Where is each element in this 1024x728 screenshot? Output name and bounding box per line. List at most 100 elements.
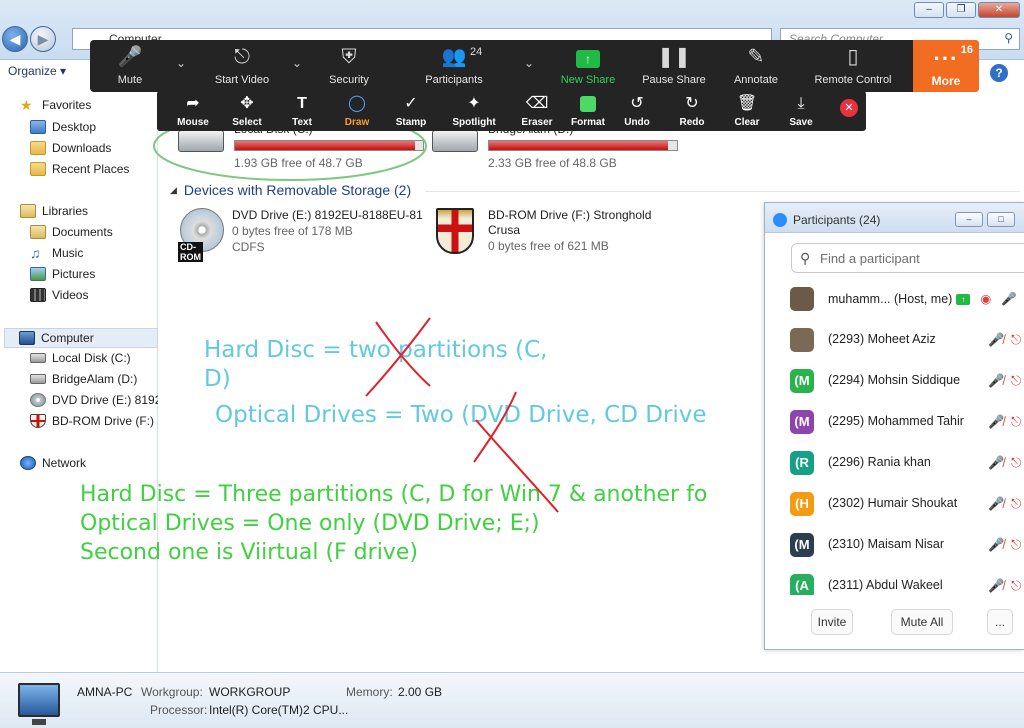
sidebar-item-desktop[interactable]: Desktop [30, 120, 158, 134]
sidebar-item-downloads[interactable]: Downloads [30, 141, 158, 155]
details-pane: AMNA-PC Workgroup: WORKGROUP Memory: 2.0… [0, 672, 1024, 728]
sidebar-item-libraries[interactable]: Libraries [20, 204, 158, 218]
invite-button[interactable]: Invite [811, 609, 853, 635]
forward-button[interactable]: ▶ [30, 26, 56, 52]
microphone-muted-icon[interactable]: 🎤̸ [988, 332, 1004, 348]
sidebar-item-bridgealam[interactable]: BridgeAlam (D:) [30, 372, 158, 386]
more-options-button[interactable]: ... [987, 609, 1013, 635]
eraser-tool-button[interactable]: ⌫ Eraser [509, 93, 565, 129]
minimize-button[interactable]: – [914, 2, 944, 18]
draw-tool-button[interactable]: ◯ Draw [329, 93, 385, 129]
drive-free-space: 0 bytes free of 621 MB [488, 239, 609, 253]
select-tool-button[interactable]: ✥ Select [219, 93, 275, 129]
microphone-muted-icon[interactable]: 🎤̸ [988, 373, 1004, 389]
panel-restore-button[interactable]: □ [987, 212, 1015, 227]
stamp-tool-button[interactable]: ✓ Stamp [383, 93, 439, 129]
microphone-muted-icon[interactable]: 🎤̸ [988, 455, 1004, 471]
sidebar-item-music[interactable]: ♫ Music [30, 246, 158, 260]
mute-button[interactable]: 🎤 Mute [100, 44, 160, 88]
microphone-muted-icon[interactable]: 🎤̸ [988, 537, 1004, 553]
pc-name: AMNA-PC [77, 685, 133, 699]
sidebar-label: Local Disk (C:) [52, 351, 131, 365]
sidebar-item-dvd-drive[interactable]: DVD Drive (E:) 8192E [30, 393, 158, 407]
security-button[interactable]: ⛨ Security [318, 44, 380, 88]
hard-drive-icon [178, 130, 224, 152]
start-video-button[interactable]: ⎋ Start Video [202, 44, 282, 88]
cd-rom-label: CD-ROM [178, 242, 203, 262]
video-off-icon[interactable]: ⎋ [1011, 496, 1021, 512]
video-off-icon[interactable]: ⎋ [1011, 455, 1021, 471]
avatar [790, 287, 814, 311]
participant-row[interactable]: (R (2296) Rania khan 🎤̸ ⎋ [765, 443, 1024, 484]
participant-name: (2294) Mohsin Siddique [828, 373, 961, 387]
button-label: Mute [117, 74, 143, 86]
new-share-button[interactable]: ↑ New Share [552, 44, 624, 88]
sidebar-label: Downloads [52, 141, 112, 155]
redo-icon: ↻ [685, 95, 699, 112]
participant-row[interactable]: (M (2294) Mohsin Siddique 🎤̸ ⎋ [765, 361, 1024, 402]
sidebar-item-favorites[interactable]: ★ Favorites [20, 98, 158, 112]
remote-control-button[interactable]: ▯ Remote Control [804, 44, 902, 88]
spotlight-tool-button[interactable]: ✦ Spotlight [446, 93, 502, 129]
participants-button[interactable]: 👥 24 Participants [406, 44, 502, 88]
participant-row[interactable]: (H (2302) Humair Shoukat 🎤̸ ⎋ [765, 484, 1024, 525]
video-off-icon[interactable]: ⎋ [1011, 537, 1021, 553]
undo-button[interactable]: ↺ Undo [609, 93, 665, 129]
redo-button[interactable]: ↻ Redo [664, 93, 720, 129]
microphone-muted-icon[interactable]: 🎤̸ [988, 496, 1004, 512]
text-tool-button[interactable]: T Text [274, 93, 330, 129]
close-annotation-icon[interactable]: ✕ [840, 99, 858, 117]
participants-options-caret[interactable]: ⌄ [520, 44, 542, 88]
participant-row[interactable]: (M (2295) Mohammed Tahir 🎤̸ ⎋ [765, 402, 1024, 443]
participant-row[interactable]: (A (2311) Abdul Wakeel 🎤̸ ⎋ [765, 566, 1024, 595]
clear-button[interactable]: 🗑 Clear [719, 93, 775, 129]
sidebar-item-computer[interactable]: Computer [4, 328, 158, 348]
video-off-icon[interactable]: ⎋ [1011, 373, 1021, 389]
removable-storage-header[interactable]: Devices with Removable Storage (2) [170, 182, 411, 198]
undo-icon: ↺ [630, 95, 644, 112]
mute-all-button[interactable]: Mute All [891, 609, 953, 635]
annotate-button[interactable]: ✎ Annotate [724, 44, 788, 88]
organize-menu[interactable]: Organize ▾ [8, 64, 66, 78]
format-tool-button[interactable]: Format [560, 93, 616, 129]
participants-footer: Invite Mute All ... [765, 605, 1024, 639]
find-participant-input[interactable]: ⚲ Find a participant [791, 243, 1024, 273]
maximize-button[interactable]: ❐ [946, 2, 976, 18]
sidebar-item-videos[interactable]: Videos [30, 288, 158, 302]
drive-usage-fill [489, 141, 668, 150]
participant-row[interactable]: (M (2310) Maisam Nisar 🎤̸ ⎋ [765, 525, 1024, 566]
button-label: Undo [624, 117, 650, 128]
drive-filesystem: CDFS [232, 240, 265, 254]
participant-row[interactable]: (2293) Moheet Aziz 🎤̸ ⎋ [765, 320, 1024, 361]
audio-options-caret[interactable]: ⌄ [172, 44, 194, 88]
close-window-button[interactable]: ✕ [978, 2, 1020, 18]
back-button[interactable]: ◀ [2, 26, 28, 52]
sidebar-item-pictures[interactable]: Pictures [30, 267, 158, 281]
save-button[interactable]: ⤓ Save [773, 93, 829, 129]
chevron-down-icon: ⌄ [176, 56, 187, 70]
sidebar-item-local-disk[interactable]: Local Disk (C:) [30, 351, 158, 365]
sidebar-label: Music [52, 246, 84, 260]
video-off-icon[interactable]: ⎋ [1011, 414, 1021, 430]
help-icon[interactable]: ? [990, 64, 1008, 82]
sidebar-item-recent-places[interactable]: Recent Places [30, 162, 158, 176]
search-icon[interactable]: ⚲ [1004, 31, 1013, 45]
host-name: muhamm... [828, 292, 891, 306]
mouse-tool-button[interactable]: ➦ Mouse [165, 93, 221, 129]
pause-icon: ❚❚ [657, 46, 691, 68]
participant-row-host[interactable]: muhamm... (Host, me) ↑ ◉ 🎤 [765, 279, 1024, 320]
participants-panel: Participants (24) – □ ⚲ Find a participa… [764, 202, 1024, 650]
more-button[interactable]: ··· 16 More [913, 40, 979, 92]
microphone-muted-icon[interactable]: 🎤̸ [988, 414, 1004, 430]
button-label: Pause Share [642, 74, 706, 86]
video-off-icon[interactable]: ⎋ [1011, 332, 1021, 348]
sidebar-item-network[interactable]: Network [20, 456, 158, 470]
video-options-caret[interactable]: ⌄ [288, 44, 310, 88]
microphone-muted-icon[interactable]: 🎤̸ [988, 578, 1004, 594]
sidebar-item-bdrom-drive[interactable]: BD-ROM Drive (F:) S [30, 414, 158, 428]
pause-share-button[interactable]: ❚❚ Pause Share [638, 44, 710, 88]
participants-list: muhamm... (Host, me) ↑ ◉ 🎤 (2293) Moheet Az… [765, 279, 1024, 595]
panel-minimize-button[interactable]: – [955, 212, 983, 227]
sidebar-item-documents[interactable]: Documents [30, 225, 158, 239]
video-off-icon[interactable]: ⎋ [1011, 578, 1021, 594]
